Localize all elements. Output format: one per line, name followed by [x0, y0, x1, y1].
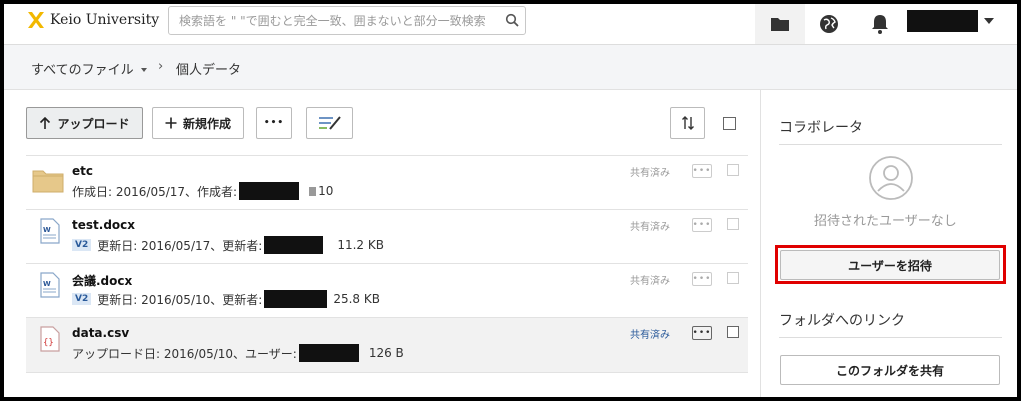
file-meta: V2 更新日: 2016/05/10、更新者: 25.8 KB [72, 290, 380, 308]
upload-button[interactable]: アップロード [26, 107, 143, 139]
file-size: 126 B [368, 346, 404, 360]
shared-status: 共有済み [630, 222, 670, 233]
svg-text:W: W [43, 280, 51, 288]
app-window: Keio University すべてのファイル › [4, 4, 1017, 397]
file-count: 10 [318, 184, 334, 198]
row-more-button[interactable]: ••• [692, 326, 712, 340]
file-meta: 作成日: 2016/05/17、作成者: 10 [72, 182, 333, 200]
file-meta-text: 作成日: 2016/05/17、作成者: [72, 184, 238, 199]
redacted-user [264, 236, 324, 254]
folder-icon [32, 170, 64, 193]
user-avatar-icon [869, 156, 913, 200]
bell-icon[interactable] [868, 12, 892, 36]
table-row[interactable]: W test.docx V2 更新日: 2016/05/17、更新者: 11.2… [26, 209, 748, 262]
breadcrumb: すべてのファイル › 個人データ [4, 45, 1017, 90]
svg-text:W: W [43, 226, 51, 234]
invite-user-label: ユーザーを招待 [848, 258, 932, 273]
svg-text:{}: {} [43, 338, 54, 348]
file-meta-text: 更新日: 2016/05/17、更新者: [97, 238, 263, 253]
sort-button[interactable] [670, 107, 705, 139]
redacted-user [239, 182, 300, 200]
breadcrumb-current: 個人データ [176, 63, 242, 78]
shared-status: 共有済み [630, 276, 670, 287]
file-name[interactable]: test.docx [72, 218, 135, 232]
breadcrumb-separator: › [158, 59, 164, 74]
file-name[interactable]: 会議.docx [72, 272, 132, 289]
sort-arrows-icon [681, 116, 694, 130]
divider [779, 144, 1002, 145]
share-folder-button[interactable]: このフォルダを共有 [780, 355, 1000, 385]
file-meta: V2 更新日: 2016/05/17、更新者: 11.2 KB [72, 236, 384, 254]
panel-divider [760, 90, 761, 397]
row-checkbox[interactable] [727, 164, 739, 176]
folder-link-title: フォルダへのリンク [779, 313, 905, 329]
row-checkbox[interactable] [727, 272, 739, 284]
file-size: 11.2 KB [337, 238, 384, 252]
file-name[interactable]: data.csv [72, 326, 129, 340]
more-dots-icon: ••• [263, 118, 285, 128]
file-size: 25.8 KB [333, 292, 380, 306]
brand-logo[interactable]: Keio University [26, 11, 159, 29]
user-menu-chevron-down-icon[interactable] [984, 18, 994, 24]
row-more-button[interactable]: ••• [692, 218, 712, 232]
row-more-button[interactable]: ••• [692, 272, 712, 286]
file-meta-text: 更新日: 2016/05/10、更新者: [97, 292, 263, 307]
select-all-checkbox[interactable] [723, 117, 736, 130]
new-button[interactable]: 新規作成 [152, 107, 244, 139]
new-button-label: 新規作成 [182, 116, 231, 131]
search-box[interactable] [168, 6, 526, 35]
shared-status: 共有済み [630, 168, 670, 179]
search-icon[interactable] [505, 13, 519, 27]
csv-file-icon: {} [40, 326, 60, 352]
table-row[interactable]: {} data.csv アップロード日: 2016/05/10、ユーザー: 12… [26, 317, 748, 373]
share-folder-label: このフォルダを共有 [835, 363, 944, 378]
plus-icon [165, 117, 177, 129]
file-meta-text: アップロード日: 2016/05/10、ユーザー: [72, 346, 297, 361]
keio-logo-icon [28, 12, 44, 28]
upload-arrow-icon [40, 116, 51, 129]
user-name-redacted[interactable] [907, 10, 978, 32]
version-badge[interactable]: V2 [72, 239, 92, 251]
row-checkbox[interactable] [727, 218, 739, 230]
table-row[interactable]: W 会議.docx V2 更新日: 2016/05/10、更新者: 25.8 K… [26, 263, 748, 316]
divider [779, 337, 1002, 338]
edit-notes-button[interactable] [306, 107, 353, 139]
folder-icon [771, 18, 789, 31]
file-count-icon [309, 186, 317, 196]
file-meta: アップロード日: 2016/05/10、ユーザー: 126 B [72, 344, 404, 362]
top-bar: Keio University [4, 4, 1017, 45]
breadcrumb-root[interactable]: すべてのファイル [31, 59, 134, 78]
row-more-button[interactable]: ••• [692, 164, 712, 178]
pen-lines-icon [318, 116, 341, 130]
search-input[interactable] [177, 11, 506, 31]
table-row[interactable]: etc 作成日: 2016/05/17、作成者: 10 共有済み ••• [26, 155, 748, 208]
file-name[interactable]: etc [72, 164, 93, 178]
redacted-user [264, 290, 328, 308]
brand-name: Keio University [50, 12, 160, 28]
row-checkbox[interactable] [727, 326, 739, 338]
invite-user-button[interactable]: ユーザーを招待 [780, 250, 1000, 280]
upload-button-label: アップロード [57, 116, 130, 131]
collaborators-title: コラボレータ [779, 120, 863, 136]
redacted-user [298, 344, 359, 362]
more-actions-button[interactable]: ••• [256, 107, 292, 139]
files-nav-tab[interactable] [755, 4, 805, 44]
word-document-icon: W [40, 272, 60, 298]
shared-status[interactable]: 共有済み [630, 326, 670, 341]
word-document-icon: W [40, 218, 60, 244]
version-badge[interactable]: V2 [72, 293, 92, 305]
breadcrumb-dropdown-icon[interactable] [141, 68, 147, 72]
no-collaborators-text: 招待されたユーザーなし [814, 214, 957, 229]
globe-icon[interactable] [817, 12, 841, 36]
